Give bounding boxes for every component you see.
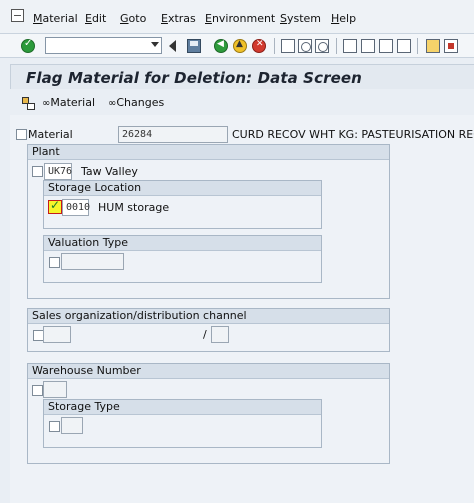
exit-icon[interactable]: ▲: [233, 39, 247, 53]
enter-icon[interactable]: ✓: [21, 38, 35, 53]
plant-name: Taw Valley: [81, 165, 138, 178]
storage-location-group-title: Storage Location: [44, 181, 321, 196]
material-number-field[interactable]: 26284: [118, 126, 228, 143]
menu-bar: Material Edit Goto Extras Environment Sy…: [0, 0, 474, 34]
warehouse-field[interactable]: [43, 381, 67, 398]
plant-code-field[interactable]: UK76: [44, 163, 72, 180]
shortcut-icon[interactable]: [444, 39, 458, 53]
menu-edit[interactable]: Edit: [85, 12, 106, 25]
hierarchy-icon[interactable]: [22, 97, 35, 110]
back-icon[interactable]: ◀: [214, 39, 228, 53]
storage-type-group: Storage Type: [43, 399, 322, 448]
cancel-icon[interactable]: ✕: [252, 39, 266, 53]
back-arrow-icon[interactable]: [168, 39, 178, 53]
window-menu-icon[interactable]: [11, 9, 24, 22]
storage-type-field[interactable]: [61, 417, 83, 434]
chevron-down-icon[interactable]: [151, 42, 159, 47]
next-page-icon[interactable]: [379, 39, 393, 53]
material-description: CURD RECOV WHT KG: PASTEURISATION REQD: [232, 128, 474, 141]
warehouse-checkbox[interactable]: [32, 385, 43, 396]
menu-goto[interactable]: Goto: [120, 12, 146, 25]
print-icon[interactable]: [281, 39, 295, 53]
distribution-channel-field[interactable]: [211, 326, 229, 343]
warehouse-group-title: Warehouse Number: [28, 364, 389, 379]
save-icon[interactable]: [187, 39, 201, 53]
first-page-icon[interactable]: [343, 39, 357, 53]
plant-group-title: Plant: [28, 145, 389, 160]
menu-environment[interactable]: Environment: [205, 12, 275, 25]
storage-location-checkbox[interactable]: ✓: [48, 198, 62, 214]
plant-checkbox[interactable]: [32, 166, 43, 177]
storage-location-name: HUM storage: [98, 201, 170, 214]
title-bar: Flag Material for Deletion: Data Screen: [10, 64, 474, 89]
sales-org-field[interactable]: [43, 326, 71, 343]
storage-type-group-title: Storage Type: [44, 400, 321, 415]
previous-page-icon[interactable]: [361, 39, 375, 53]
valuation-type-group-title: Valuation Type: [44, 236, 321, 251]
sales-separator: /: [203, 328, 207, 341]
page-title: Flag Material for Deletion: Data Screen: [26, 69, 362, 87]
material-label: Material: [28, 128, 73, 141]
menu-help[interactable]: Help: [331, 12, 356, 25]
find-icon[interactable]: [298, 39, 312, 53]
menu-extras[interactable]: Extras: [161, 12, 196, 25]
valuation-type-field[interactable]: [61, 253, 124, 270]
last-page-icon[interactable]: [397, 39, 411, 53]
storage-location-code-field[interactable]: 0010: [62, 199, 90, 216]
command-field[interactable]: [45, 37, 162, 54]
menu-material[interactable]: Material: [33, 12, 78, 25]
application-toolbar: ∞Material ∞Changes: [10, 93, 474, 115]
storage-type-checkbox[interactable]: [49, 421, 60, 432]
sales-org-group-title: Sales organization/distribution channel: [28, 309, 389, 324]
material-checkbox[interactable]: [16, 129, 27, 140]
create-session-icon[interactable]: [426, 39, 440, 53]
sales-org-group: Sales organization/distribution channel: [27, 308, 390, 352]
checkmark-icon: ✓: [50, 198, 61, 212]
menu-system[interactable]: System: [280, 12, 321, 25]
valuation-type-checkbox[interactable]: [49, 257, 60, 268]
material-button[interactable]: ∞Material: [42, 96, 95, 109]
find-next-icon[interactable]: [315, 39, 329, 53]
changes-button[interactable]: ∞Changes: [108, 96, 164, 109]
